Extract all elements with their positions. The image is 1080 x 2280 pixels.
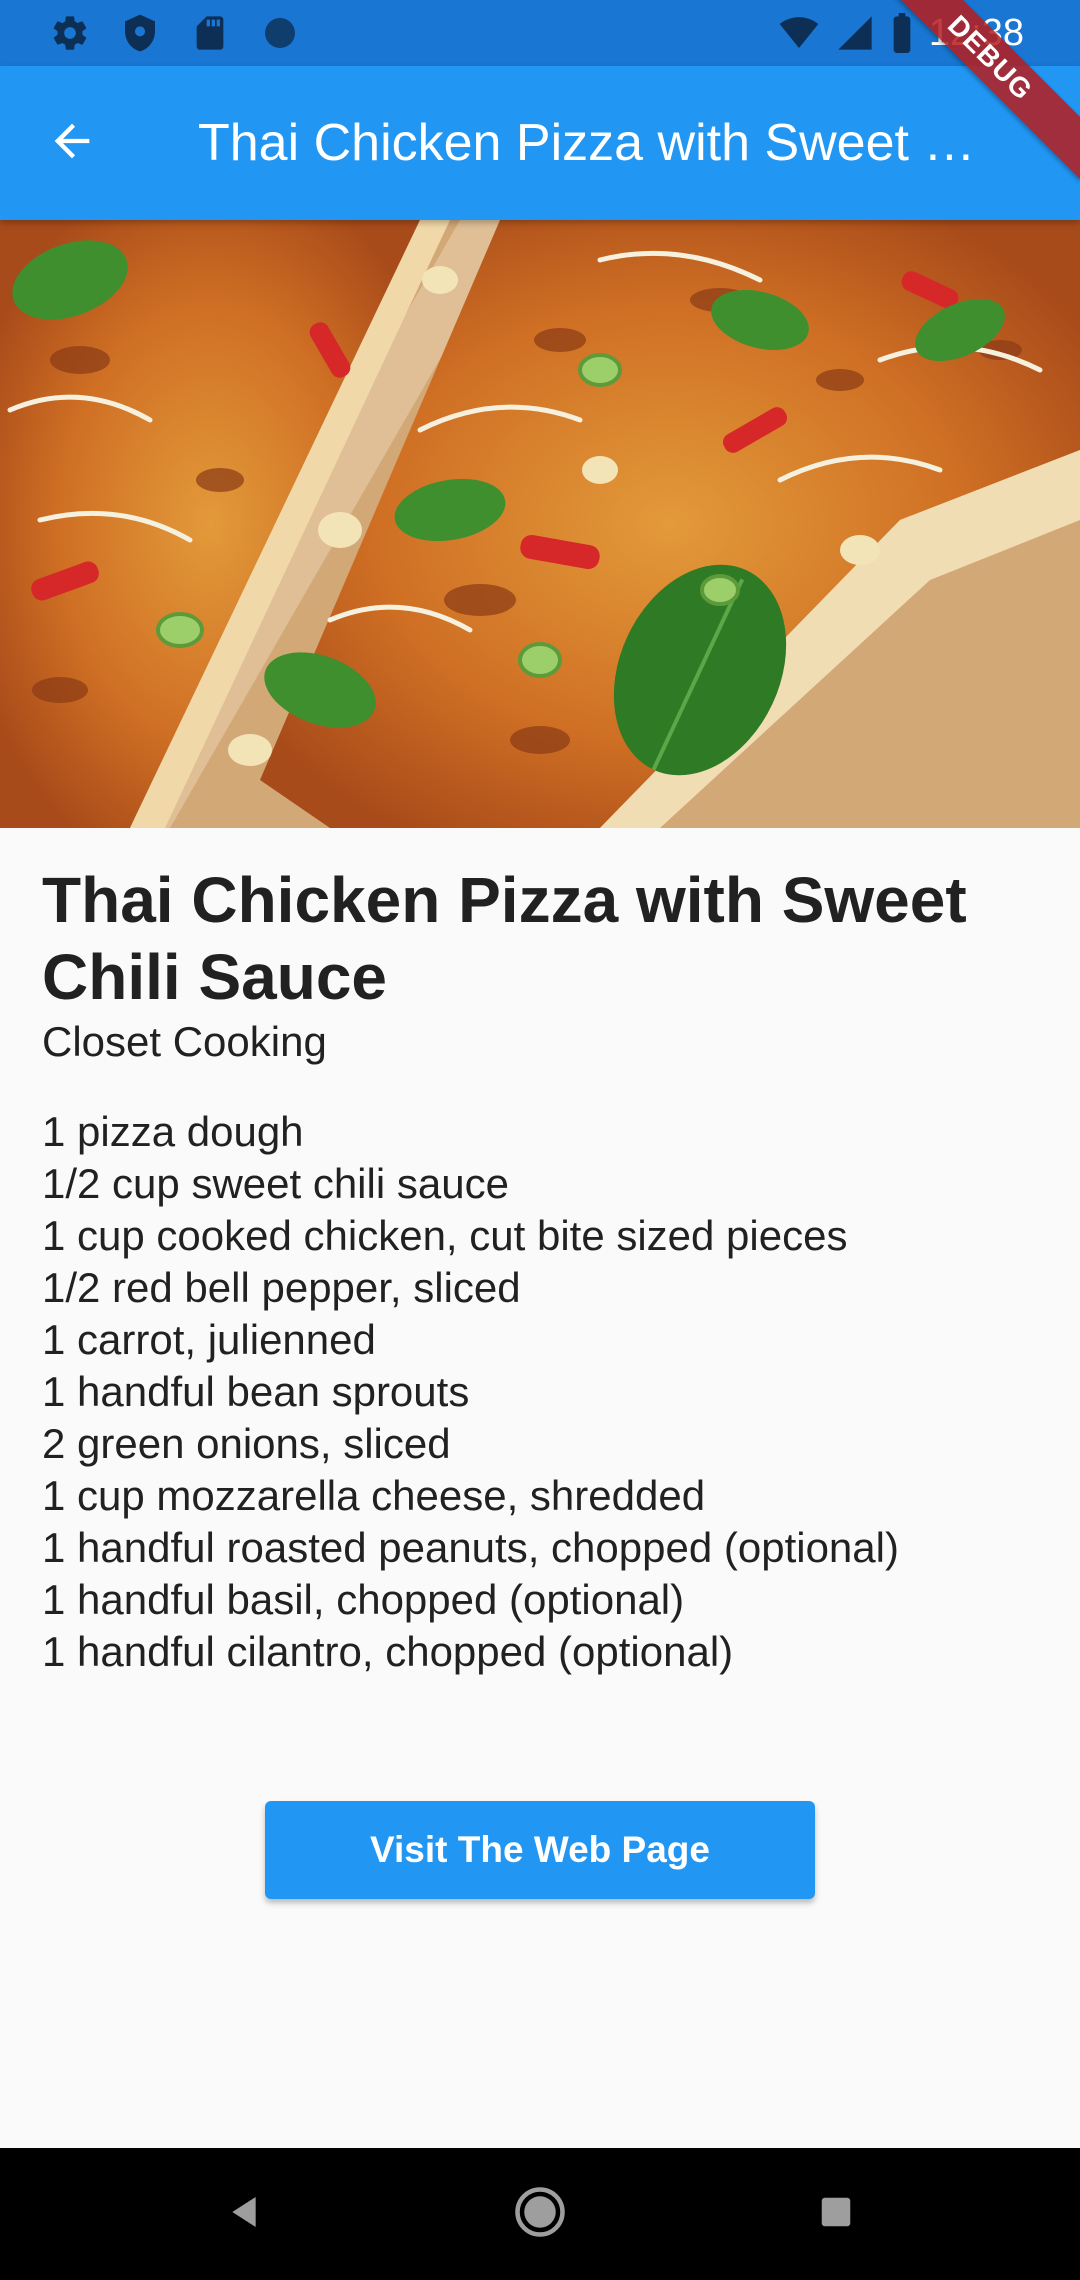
sync-icon xyxy=(260,13,300,53)
shield-icon xyxy=(120,13,160,53)
nav-recents-button[interactable] xyxy=(806,2184,866,2244)
ingredient-item: 1 pizza dough xyxy=(42,1108,304,1155)
app-bar-title: Thai Chicken Pizza with Sweet Chili Sauc… xyxy=(198,114,1008,172)
ingredient-item: 1 handful cilantro, chopped (optional) xyxy=(42,1628,734,1675)
nav-recents-icon xyxy=(817,2193,855,2236)
ingredient-item: 1/2 red bell pepper, sliced xyxy=(42,1264,521,1311)
nav-home-icon xyxy=(513,2185,567,2244)
recipe-image xyxy=(0,220,1080,828)
wifi-icon xyxy=(777,13,821,53)
ingredient-item: 1 cup cooked chicken, cut bite sized pie… xyxy=(42,1212,848,1259)
settings-icon xyxy=(50,13,90,53)
recipe-title: Thai Chicken Pizza with Sweet Chili Sauc… xyxy=(42,864,967,1013)
ingredient-item: 1 handful roasted peanuts, chopped (opti… xyxy=(42,1524,899,1571)
system-nav-bar xyxy=(0,2148,1080,2280)
battery-icon xyxy=(889,13,915,53)
sd-card-icon xyxy=(190,13,230,53)
ingredient-item: 1 carrot, julienned xyxy=(42,1316,376,1363)
ingredient-item: 2 green onions, sliced xyxy=(42,1420,451,1467)
ingredient-item: 1 handful bean sprouts xyxy=(42,1368,470,1415)
ingredient-item: 1 handful basil, chopped (optional) xyxy=(42,1576,685,1623)
recipe-publisher: Closet Cooking xyxy=(42,1018,327,1065)
status-left-icons xyxy=(50,10,300,56)
nav-back-button[interactable] xyxy=(214,2184,274,2244)
recipe-detail-screen: 12:38 Thai Chicken Pizza with Sweet Chil… xyxy=(0,0,1080,2280)
recipe-content: Thai Chicken Pizza with Sweet Chili Sauc… xyxy=(42,862,1042,1678)
nav-home-button[interactable] xyxy=(510,2184,570,2244)
nav-back-icon xyxy=(224,2192,264,2237)
signal-icon xyxy=(835,13,875,53)
visit-web-page-button[interactable]: Visit The Web Page xyxy=(265,1801,815,1899)
ingredient-item: 1 cup mozzarella cheese, shredded xyxy=(42,1472,706,1519)
arrow-back-icon xyxy=(46,115,98,172)
app-bar: Thai Chicken Pizza with Sweet Chili Sauc… xyxy=(0,66,1080,220)
ingredient-item: 1/2 cup sweet chili sauce xyxy=(42,1160,509,1207)
back-button[interactable] xyxy=(36,107,108,179)
ingredients-list: 1 pizza dough 1/2 cup sweet chili sauce … xyxy=(42,1106,1042,1678)
